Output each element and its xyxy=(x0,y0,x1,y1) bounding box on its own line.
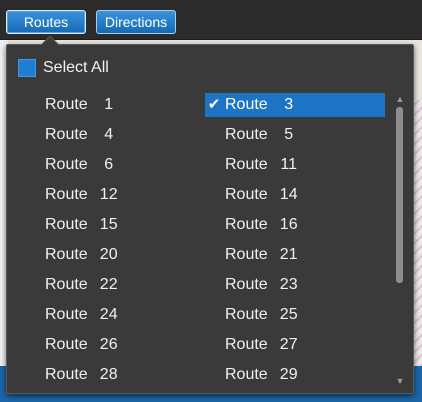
route-number: 25 xyxy=(279,306,298,323)
route-label: Route xyxy=(225,276,268,293)
route-label: Route xyxy=(45,186,88,203)
select-all-label: Select All xyxy=(43,59,109,76)
route-label: Route xyxy=(45,366,88,383)
route-number: 1 xyxy=(104,96,114,113)
route-option[interactable]: Route 14 xyxy=(205,183,385,207)
route-option[interactable]: Route 29 xyxy=(205,363,385,387)
route-label: Route xyxy=(45,336,88,353)
route-list-scrollbar[interactable]: ▲ ▼ xyxy=(393,91,407,391)
route-option[interactable]: Route 21 xyxy=(205,243,385,267)
scroll-up-icon[interactable]: ▲ xyxy=(393,93,407,105)
checkmark-icon: ✔ xyxy=(207,96,221,113)
route-number: 29 xyxy=(279,366,298,383)
route-label: Route xyxy=(225,216,268,233)
route-number: 4 xyxy=(104,126,114,143)
scroll-down-icon[interactable]: ▼ xyxy=(393,375,407,387)
select-all-checkbox-icon[interactable] xyxy=(18,59,36,77)
route-option[interactable]: Route 4 xyxy=(25,123,205,147)
route-option[interactable]: Route 25 xyxy=(205,303,385,327)
routes-button[interactable]: Routes xyxy=(6,10,86,34)
route-number: 21 xyxy=(279,246,298,263)
route-label: Route xyxy=(45,216,88,233)
route-number: 16 xyxy=(279,216,298,233)
route-label: Route xyxy=(225,246,268,263)
route-number: 12 xyxy=(99,186,118,203)
route-number: 27 xyxy=(279,336,298,353)
scrollbar-thumb[interactable] xyxy=(396,107,403,283)
route-option[interactable]: Route 12 xyxy=(25,183,205,207)
route-label: Route xyxy=(45,156,88,173)
route-option[interactable]: Route 6 xyxy=(25,153,205,177)
route-option[interactable]: Route 27 xyxy=(205,333,385,357)
route-option[interactable]: Route 16 xyxy=(205,213,385,237)
route-option[interactable]: Route 1 xyxy=(25,93,205,117)
route-option[interactable]: Route 24 xyxy=(25,303,205,327)
route-label: Route xyxy=(225,96,268,113)
route-option[interactable]: ✔ Route 3 xyxy=(205,93,385,117)
route-option[interactable]: Route 28 xyxy=(25,363,205,387)
route-label: Route xyxy=(45,306,88,323)
route-number: 22 xyxy=(99,276,118,293)
routes-dropdown-panel: Select All Route 1 Route 4 Route 6 Route 12 Rout… xyxy=(6,35,414,394)
route-label: Route xyxy=(225,336,268,353)
route-label: Route xyxy=(45,246,88,263)
directions-button[interactable]: Directions xyxy=(96,10,176,34)
route-label: Route xyxy=(225,186,268,203)
route-number: 28 xyxy=(99,366,118,383)
route-number: 26 xyxy=(99,336,118,353)
route-option[interactable]: Route 22 xyxy=(25,273,205,297)
route-label: Route xyxy=(45,276,88,293)
route-number: 11 xyxy=(280,156,297,173)
top-toolbar: Routes Directions xyxy=(0,0,422,40)
route-number: 23 xyxy=(279,276,298,293)
route-number: 6 xyxy=(104,156,114,173)
route-number: 3 xyxy=(284,96,294,113)
route-option[interactable]: Route 20 xyxy=(25,243,205,267)
route-option[interactable]: Route 23 xyxy=(205,273,385,297)
route-label: Route xyxy=(45,126,88,143)
route-number: 15 xyxy=(99,216,118,233)
route-option[interactable]: Route 15 xyxy=(25,213,205,237)
route-label: Route xyxy=(225,306,268,323)
route-label: Route xyxy=(45,96,88,113)
route-number: 20 xyxy=(99,246,118,263)
route-list: Route 1 Route 4 Route 6 Route 12 Route 15 Route 20 R… xyxy=(7,91,393,391)
route-label: Route xyxy=(225,366,268,383)
route-option[interactable]: Route 26 xyxy=(25,333,205,357)
route-option[interactable]: Route 5 xyxy=(205,123,385,147)
select-all-checkbox[interactable]: Select All xyxy=(18,57,109,79)
route-label: Route xyxy=(225,126,268,143)
route-number: 5 xyxy=(284,126,294,143)
route-option[interactable]: Route 11 xyxy=(205,153,385,177)
route-label: Route xyxy=(225,156,268,173)
route-number: 14 xyxy=(279,186,298,203)
route-number: 24 xyxy=(99,306,118,323)
